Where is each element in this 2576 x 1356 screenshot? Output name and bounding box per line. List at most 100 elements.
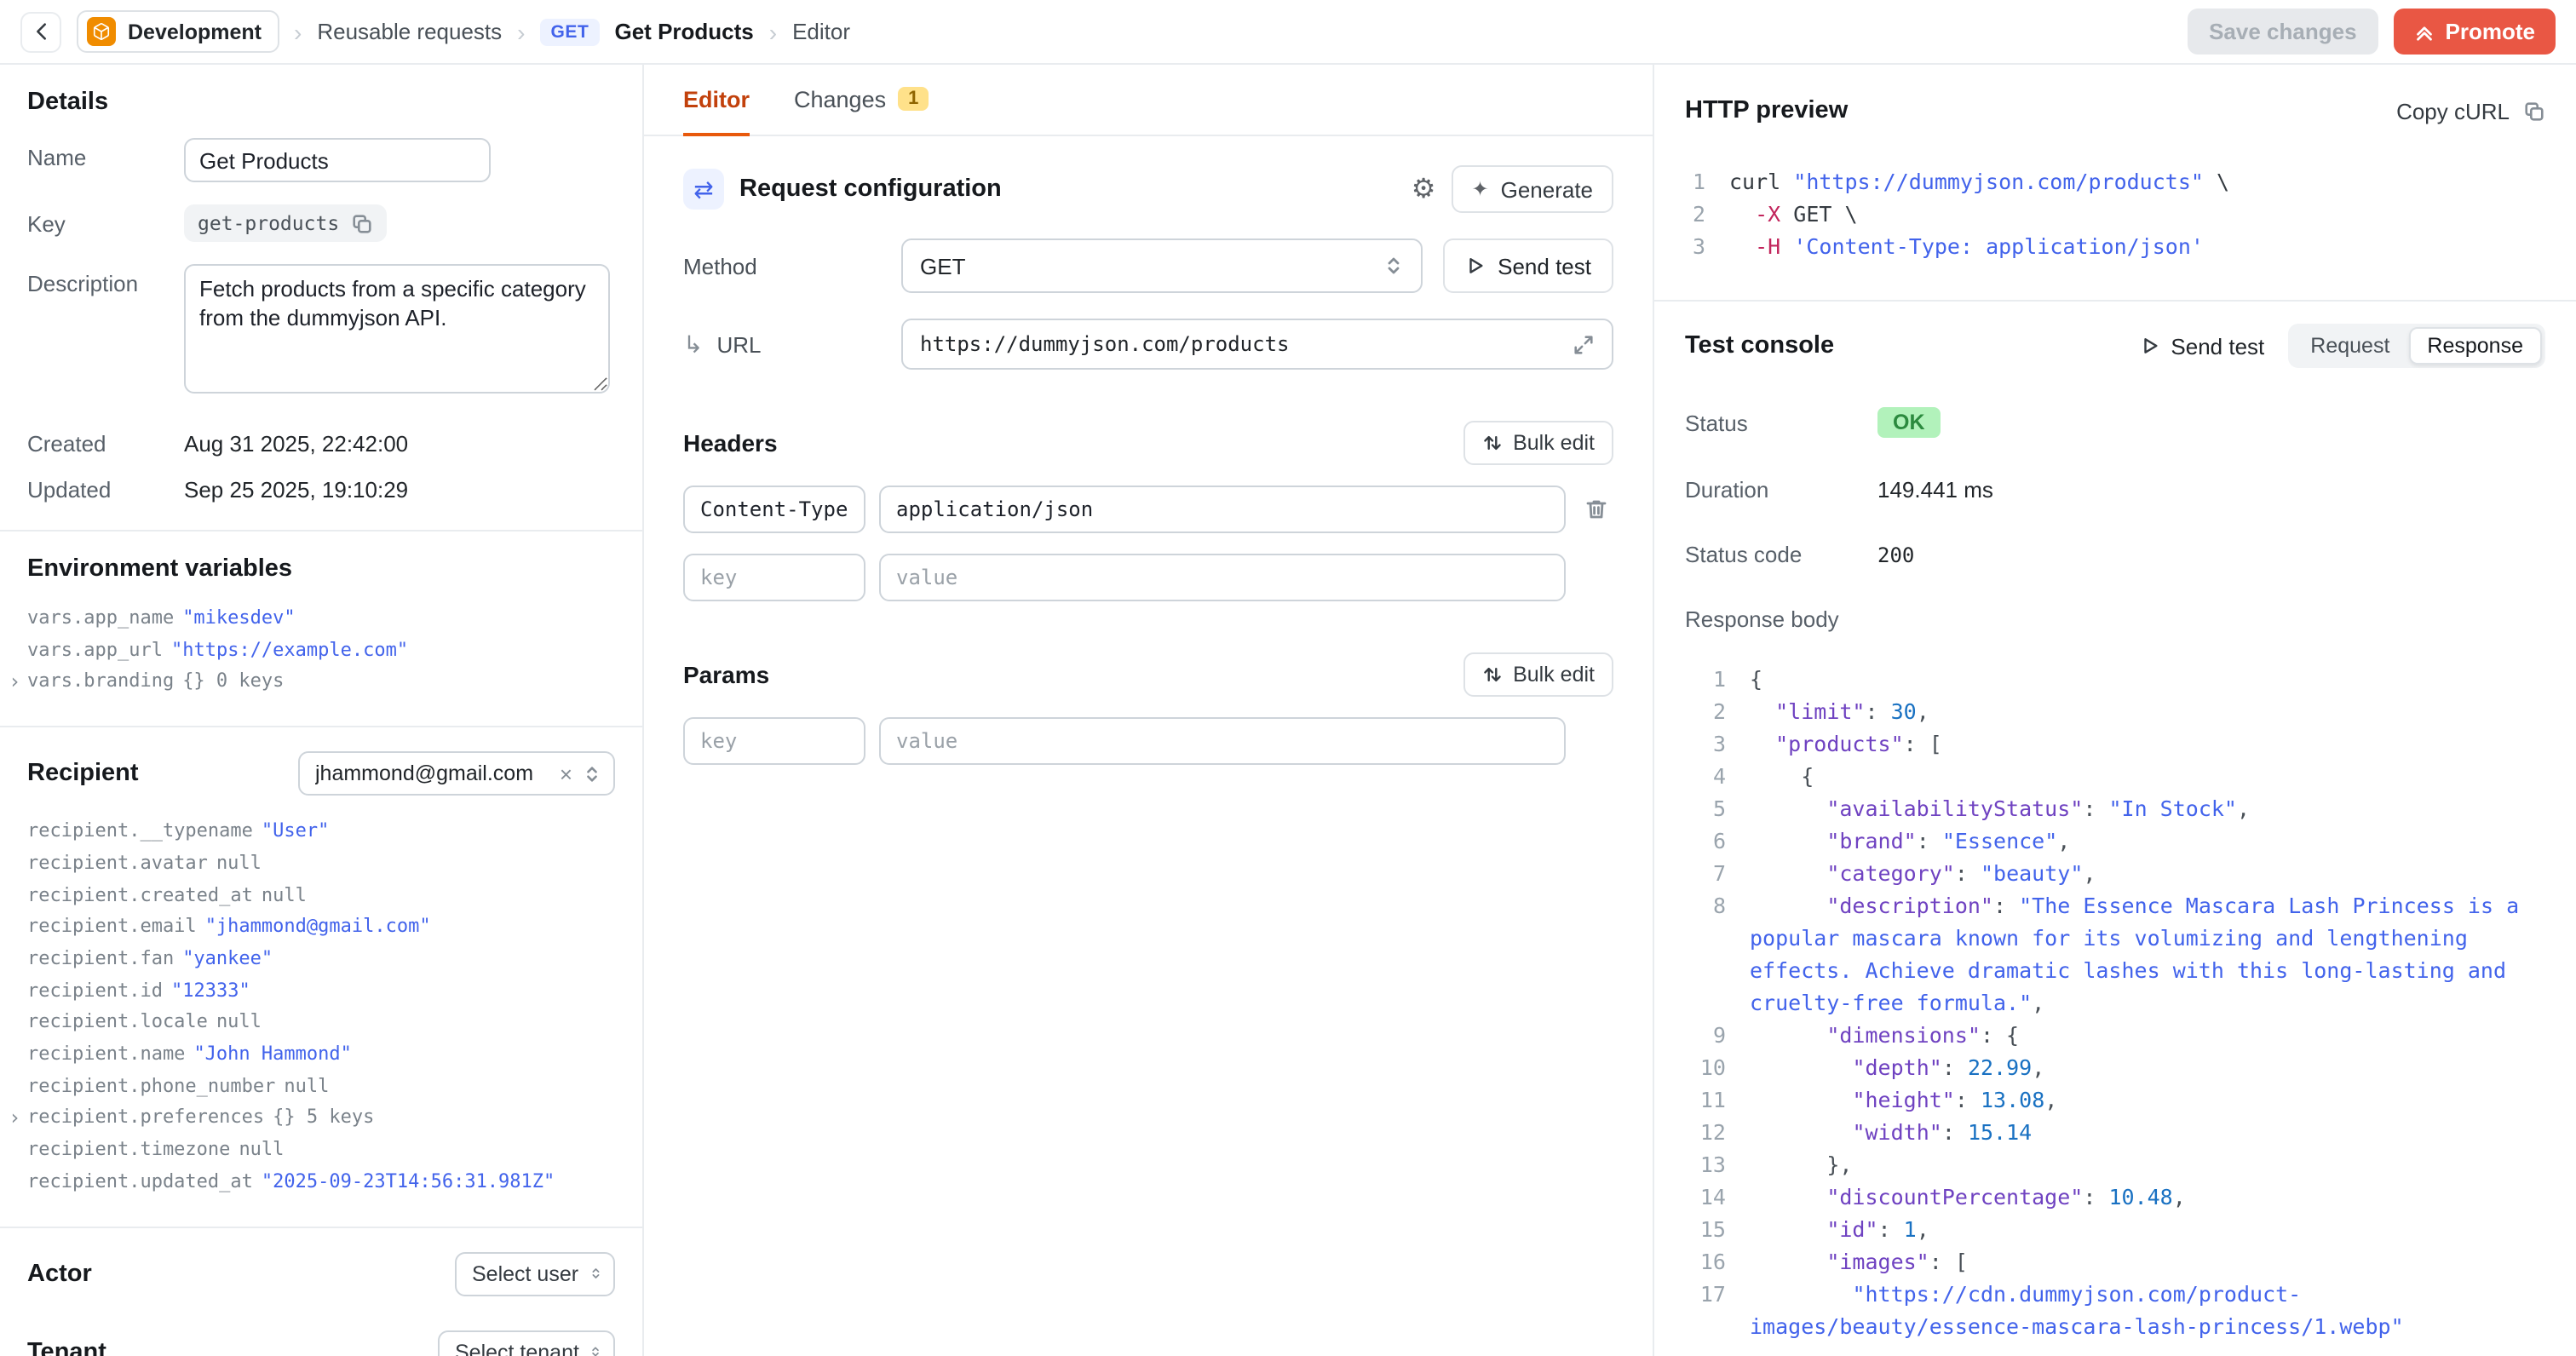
param-key-input[interactable]: [683, 717, 865, 765]
code-content: "id": 1,: [1750, 1213, 2576, 1245]
description-textarea[interactable]: Fetch products from a specific category …: [184, 264, 610, 394]
variable-row: recipient.localenull: [27, 1008, 615, 1039]
param-value-input[interactable]: [879, 717, 1566, 765]
response-body-row: Response body: [1654, 606, 2576, 632]
name-row: Name: [27, 138, 615, 182]
header-key-input[interactable]: [683, 486, 865, 533]
back-button[interactable]: [20, 11, 61, 52]
variable-row: recipient.name"John Hammond": [27, 1039, 615, 1071]
top-bar: Development › Reusable requests › GET Ge…: [0, 0, 2576, 65]
tab-changes[interactable]: Changes 1: [794, 65, 929, 136]
name-input[interactable]: [184, 138, 491, 182]
tab-changes-label: Changes: [794, 86, 886, 112]
code-content: {: [1750, 760, 2576, 792]
recipient-select[interactable]: jhammond@gmail.com ×: [298, 751, 615, 796]
variable-row: recipient.__typename"User": [27, 816, 615, 848]
updated-value: Sep 25 2025, 19:10:29: [184, 470, 408, 503]
send-test-label: Send test: [1498, 253, 1591, 279]
code-content: "width": 15.14: [1750, 1116, 2576, 1148]
line-number: 9: [1654, 1019, 1750, 1051]
environment-switcher[interactable]: Development: [77, 10, 279, 53]
line-number: 14: [1654, 1181, 1750, 1213]
actor-select[interactable]: Select user: [455, 1251, 615, 1296]
gear-icon[interactable]: ⚙: [1412, 172, 1436, 206]
updated-row: Updated Sep 25 2025, 19:10:29: [27, 470, 615, 503]
param-row-empty: [683, 717, 1613, 765]
code-content: "discountPercentage": 10.48,: [1750, 1181, 2576, 1213]
params-bulk-edit-button[interactable]: Bulk edit: [1463, 652, 1613, 697]
status-code-value: 200: [1877, 543, 1914, 566]
code-line: 16 "images": [: [1654, 1245, 2576, 1278]
request-configuration-title: Request configuration: [739, 175, 1002, 203]
variable-path: vars.app_name: [27, 603, 174, 635]
save-changes-button[interactable]: Save changes: [2187, 9, 2378, 55]
expand-icon[interactable]: [1573, 333, 1595, 355]
breadcrumb-request-name[interactable]: Get Products: [615, 19, 754, 44]
variable-value: "https://example.com": [171, 635, 408, 666]
header-key-input[interactable]: [683, 554, 865, 601]
test-console-title: Test console: [1685, 332, 2116, 359]
tab-editor[interactable]: Editor: [683, 65, 750, 136]
details-sidebar: Details Name Key get-products Descriptio…: [0, 65, 644, 1356]
chevron-left-icon: [30, 20, 52, 43]
divider: [0, 530, 642, 531]
clear-icon[interactable]: ×: [560, 762, 572, 784]
line-number: 6: [1654, 825, 1750, 857]
headers-section-header: Headers Bulk edit: [683, 421, 1613, 465]
chevron-right-icon[interactable]: ›: [9, 667, 20, 698]
app-root: Development › Reusable requests › GET Ge…: [0, 0, 2576, 1356]
variable-row: recipient.phone_numbernull: [27, 1071, 615, 1102]
headers-bulk-edit-button[interactable]: Bulk edit: [1463, 421, 1613, 465]
description-row: Description Fetch products from a specif…: [27, 264, 615, 394]
request-response-toggle: Request Response: [2288, 324, 2545, 368]
duration-value: 149.441 ms: [1877, 477, 1993, 503]
swap-arrows-icon: ⇄: [683, 169, 724, 210]
header-row: [683, 486, 1613, 533]
line-number: 5: [1654, 792, 1750, 825]
copy-curl-button[interactable]: Copy cURL: [2396, 98, 2545, 124]
method-badge: GET: [541, 18, 600, 45]
tenant-select[interactable]: Select tenant: [438, 1330, 615, 1356]
trash-icon[interactable]: [1584, 497, 1608, 521]
toggle-response[interactable]: Response: [2408, 327, 2542, 365]
code-content: curl "https://dummyjson.com/products" \: [1729, 165, 2576, 198]
header-value-input[interactable]: [879, 486, 1566, 533]
method-select[interactable]: GET: [901, 238, 1423, 293]
line-number: 2: [1654, 198, 1729, 230]
code-line: 10 "depth": 22.99,: [1654, 1051, 2576, 1083]
variable-path: vars.app_url: [27, 635, 163, 666]
variable-path: recipient.updated_at: [27, 1167, 253, 1198]
promote-button[interactable]: Promote: [2395, 9, 2556, 55]
breadcrumb-separator: ›: [769, 18, 777, 45]
response-body-label: Response body: [1685, 606, 1877, 632]
code-line: 11 "height": 13.08,: [1654, 1083, 2576, 1116]
variable-path: vars.branding: [27, 667, 174, 698]
code-content: "limit": 30,: [1750, 695, 2576, 727]
generate-button[interactable]: ✦ Generate: [1451, 165, 1613, 213]
breadcrumb-reusable-requests[interactable]: Reusable requests: [317, 19, 502, 44]
toggle-request[interactable]: Request: [2291, 327, 2408, 365]
preview-panel: HTTP preview Copy cURL 1curl "https://du…: [1654, 65, 2576, 1356]
updated-label: Updated: [27, 470, 184, 503]
url-input[interactable]: [920, 332, 1559, 356]
variable-value: null: [284, 1071, 329, 1102]
variable-path: recipient.name: [27, 1039, 185, 1071]
header-value-input[interactable]: [879, 554, 1566, 601]
params-section-header: Params Bulk edit: [683, 652, 1613, 697]
copy-icon: [2523, 100, 2545, 122]
editor-column: Editor Changes 1 ⇄ Request configuration…: [644, 65, 1654, 1356]
status-code-row: Status code 200: [1654, 542, 2576, 567]
name-label: Name: [27, 138, 184, 182]
headers-title: Headers: [683, 429, 778, 457]
code-content: -H 'Content-Type: application/json': [1729, 230, 2576, 262]
copy-icon[interactable]: [351, 212, 373, 234]
status-row: Status OK: [1654, 407, 2576, 438]
chevron-right-icon[interactable]: ›: [9, 1103, 20, 1135]
console-send-test-button[interactable]: Send test: [2140, 333, 2264, 359]
env-vars-title: Environment variables: [27, 555, 615, 583]
send-test-button[interactable]: Send test: [1443, 238, 1613, 293]
code-line: 3 -H 'Content-Type: application/json': [1654, 230, 2576, 262]
code-line: 7 "category": "beauty",: [1654, 857, 2576, 889]
variable-row: vars.app_url "https://example.com": [27, 635, 615, 666]
breadcrumb-separator: ›: [517, 18, 525, 45]
